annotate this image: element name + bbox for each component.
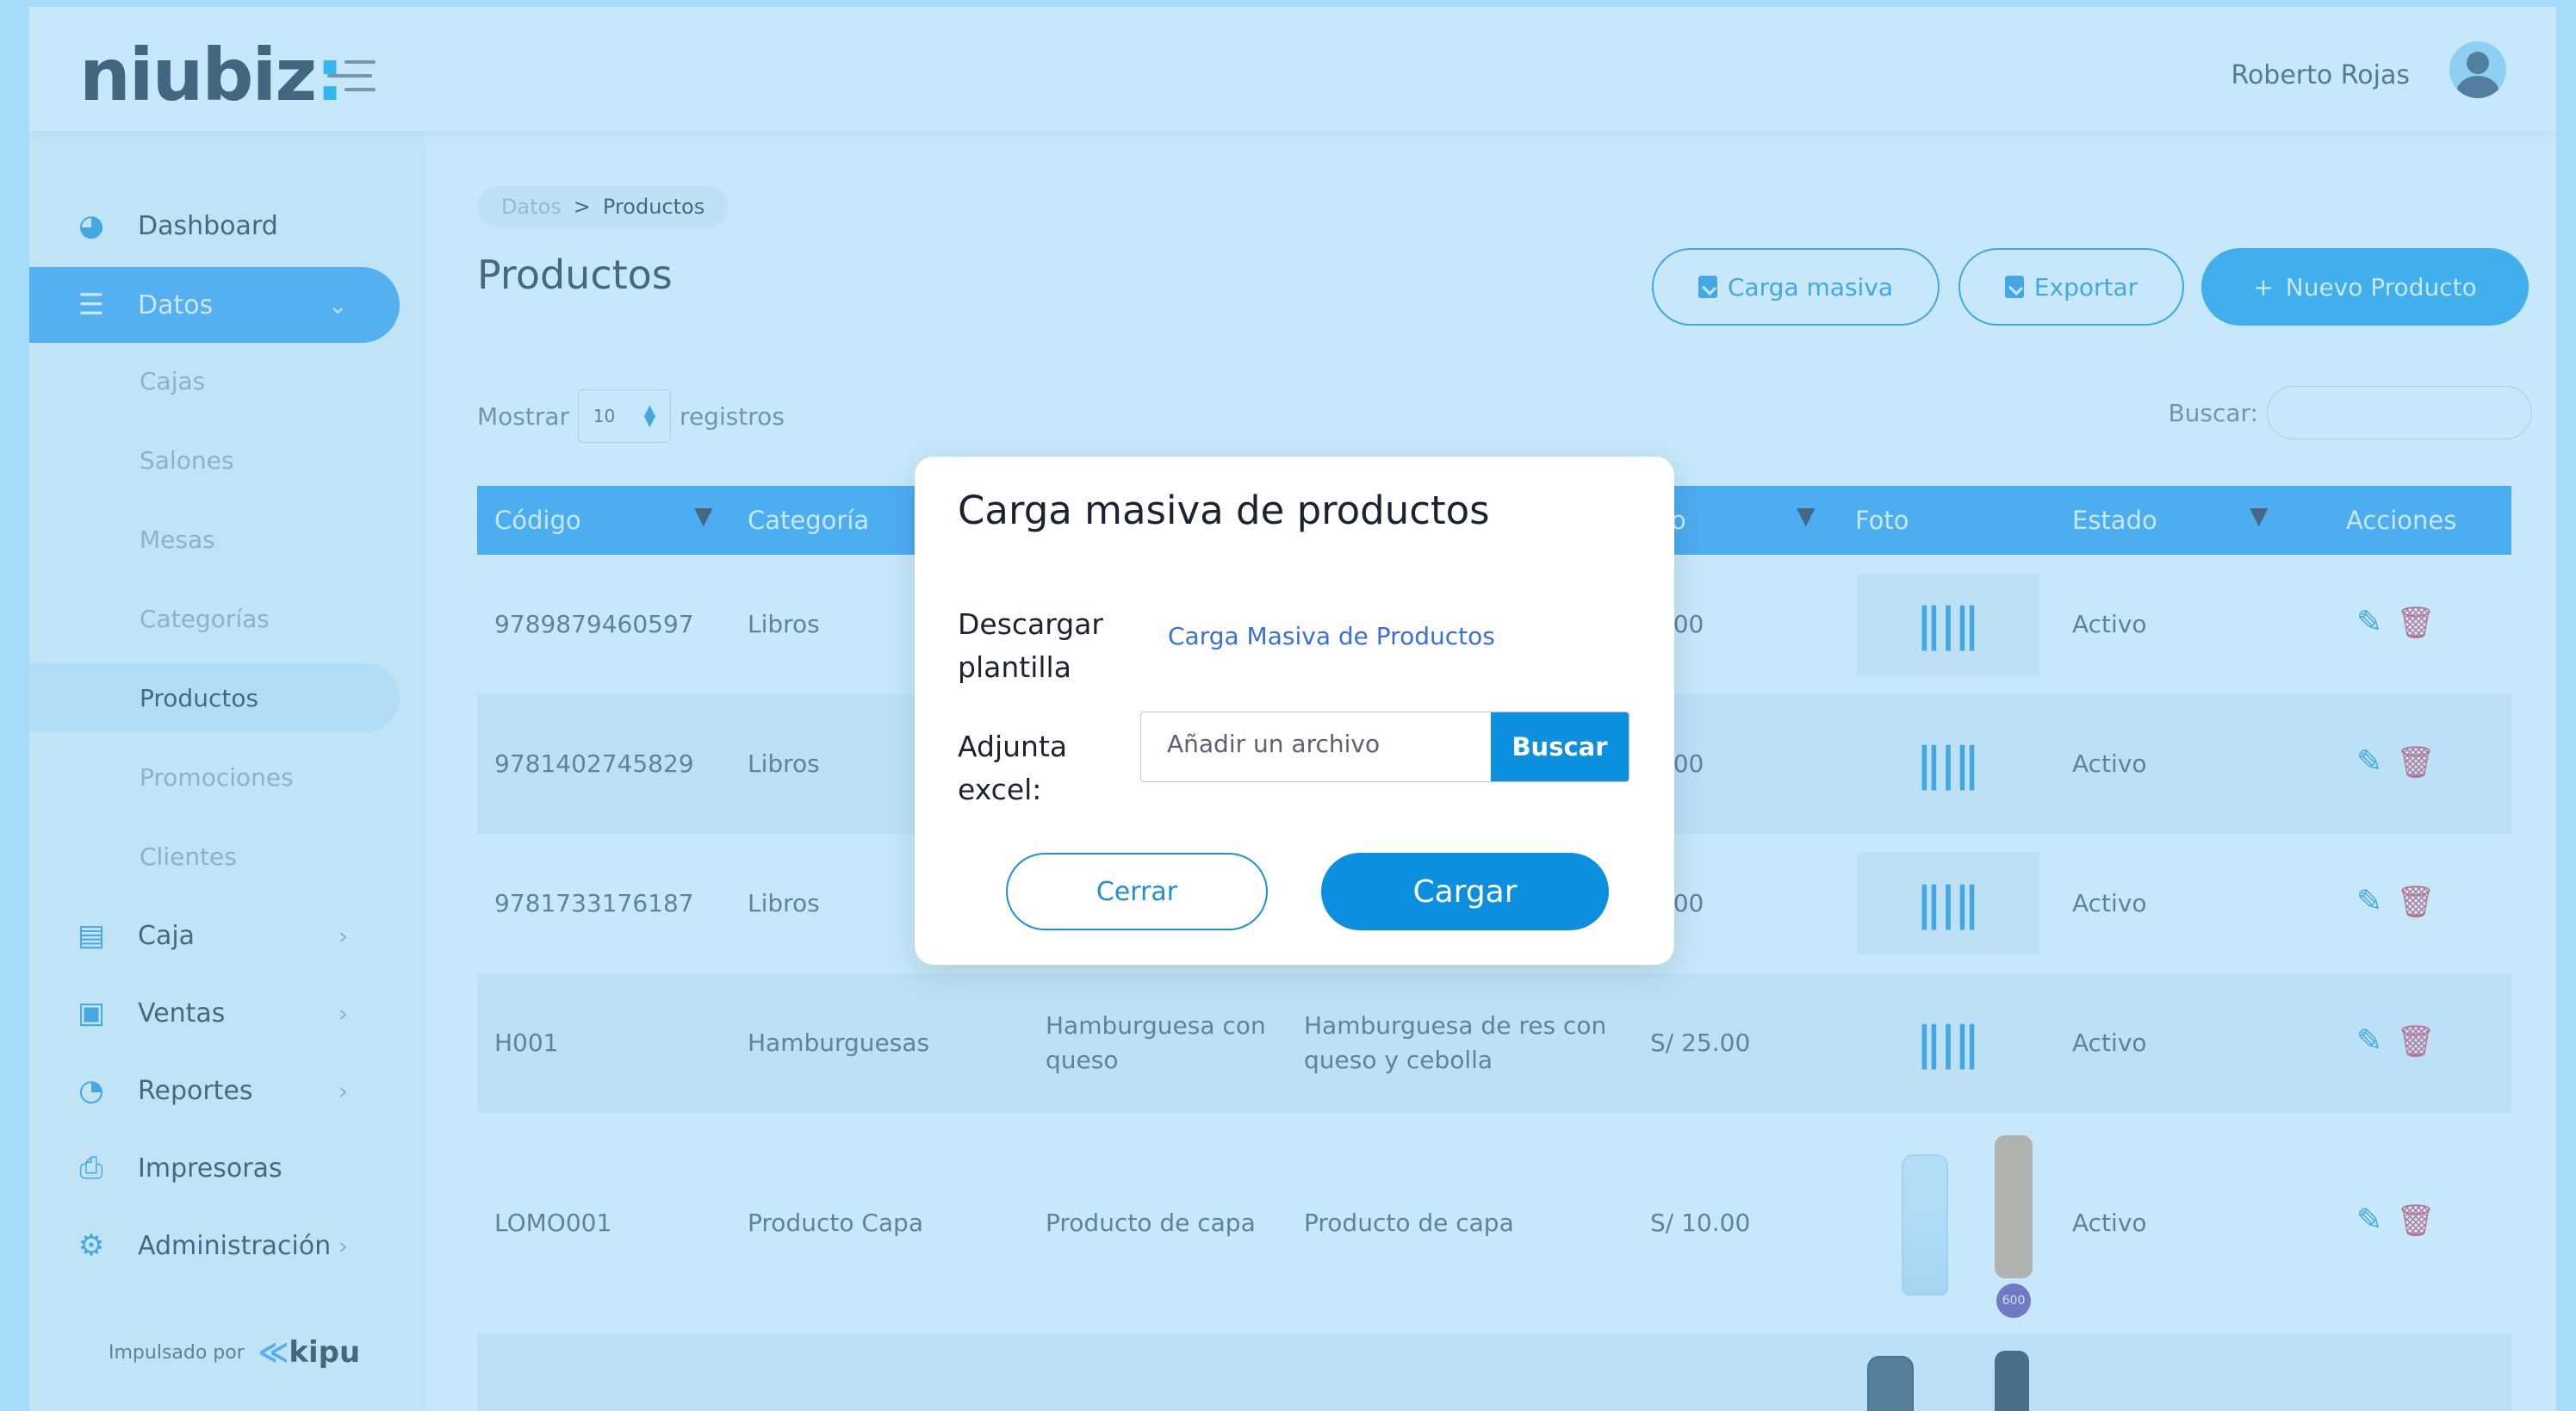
download-template-link[interactable]: Carga Masiva de Productos — [1168, 622, 1495, 650]
file-input-placeholder[interactable]: Añadir un archivo — [1141, 712, 1491, 781]
download-template-label: Descargar plantilla — [958, 607, 1103, 684]
upload-button[interactable]: Cargar — [1321, 853, 1609, 930]
file-input[interactable]: Añadir un archivo Buscar — [1140, 712, 1629, 782]
close-button[interactable]: Cerrar — [1006, 853, 1268, 930]
bulk-upload-modal: Carga masiva de productos Descargar plan… — [915, 457, 1674, 965]
browse-file-button[interactable]: Buscar — [1491, 712, 1629, 781]
modal-title: Carga masiva de productos — [958, 488, 1490, 533]
attach-excel-label: Adjunta excel: — [958, 730, 1068, 806]
